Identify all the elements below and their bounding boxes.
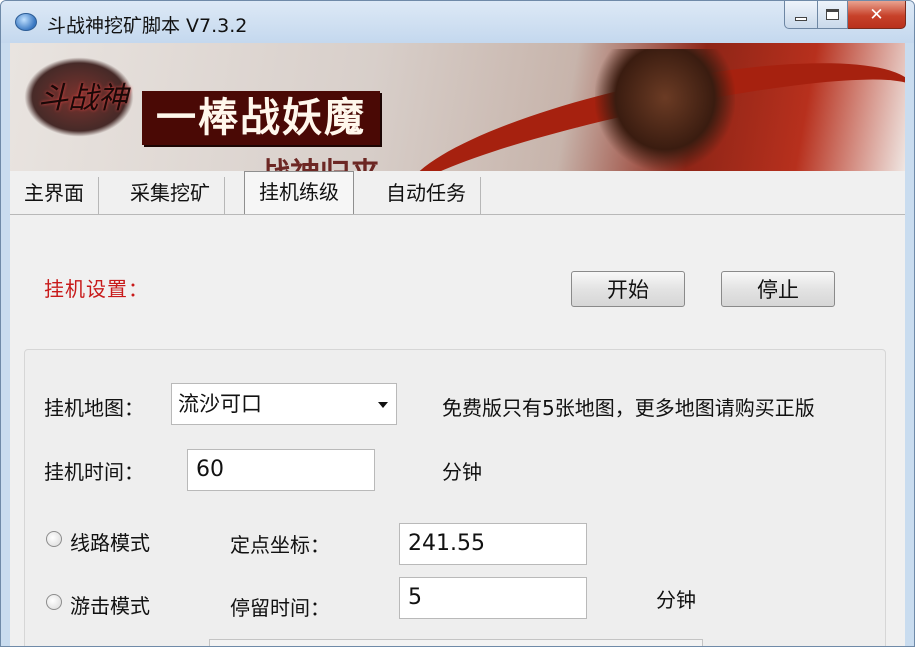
hero-figure — [595, 49, 735, 171]
app-window: 斗战神挖矿脚本 V7.3.2 ✕ 斗战神 一棒战妖魔 战神归来 主界面 采集挖矿… — [0, 0, 915, 647]
maximize-button[interactable] — [818, 1, 848, 29]
fixed-point-input[interactable]: 241.55 — [399, 523, 587, 565]
game-banner: 斗战神 一棒战妖魔 战神归来 — [10, 43, 905, 171]
time-label: 挂机时间： — [44, 460, 144, 484]
banner-subtitle: 战神归来 — [260, 149, 380, 171]
tab-main[interactable]: 主界面 — [10, 177, 99, 215]
close-button[interactable]: ✕ — [848, 1, 906, 29]
game-logo-text: 斗战神 — [38, 81, 128, 116]
roam-mode-label[interactable]: 游击模式 — [70, 590, 150, 619]
tab-strip: 主界面 采集挖矿 挂机练级 自动任务 — [10, 171, 905, 215]
title-bar[interactable]: 斗战神挖矿脚本 V7.3.2 ✕ — [1, 1, 914, 43]
map-note: 免费版只有5张地图，更多地图请购买正版 — [442, 396, 815, 420]
tab-divider — [10, 214, 905, 215]
client-area: 斗战神 一棒战妖魔 战神归来 主界面 采集挖矿 挂机练级 自动任务 挂机设置： … — [10, 43, 905, 646]
tab-leveling[interactable]: 挂机练级 — [244, 171, 354, 215]
time-unit: 分钟 — [442, 460, 482, 484]
roam-mode-radio[interactable] — [46, 594, 62, 610]
minimize-icon — [795, 16, 807, 21]
app-icon — [15, 13, 37, 31]
stop-button[interactable]: 停止 — [721, 271, 835, 307]
settings-label: 挂机设置： — [44, 277, 149, 301]
banner-slogan: 一棒战妖魔 — [142, 91, 380, 145]
close-icon: ✕ — [869, 4, 884, 25]
stay-time-label: 停留时间： — [230, 596, 330, 620]
map-selected-value: 流沙可口 — [178, 392, 262, 416]
maximize-icon — [826, 9, 839, 20]
fixed-point-label: 定点坐标： — [230, 533, 330, 557]
window-title: 斗战神挖矿脚本 V7.3.2 — [47, 15, 248, 37]
chevron-down-icon — [378, 402, 388, 408]
tab-auto-quest[interactable]: 自动任务 — [372, 177, 481, 215]
stay-time-input[interactable]: 5 — [399, 577, 587, 619]
time-input[interactable]: 60 — [187, 449, 375, 491]
tab-mining[interactable]: 采集挖矿 — [116, 177, 225, 215]
map-select[interactable]: 流沙可口 — [171, 383, 397, 425]
bottom-panel-edge — [209, 639, 703, 646]
map-label: 挂机地图： — [44, 396, 144, 420]
route-mode-label[interactable]: 线路模式 — [70, 527, 150, 556]
caption-buttons: ✕ — [784, 1, 906, 31]
stay-time-unit: 分钟 — [656, 588, 696, 612]
minimize-button[interactable] — [784, 1, 818, 29]
route-mode-radio[interactable] — [46, 531, 62, 547]
start-button[interactable]: 开始 — [571, 271, 685, 307]
